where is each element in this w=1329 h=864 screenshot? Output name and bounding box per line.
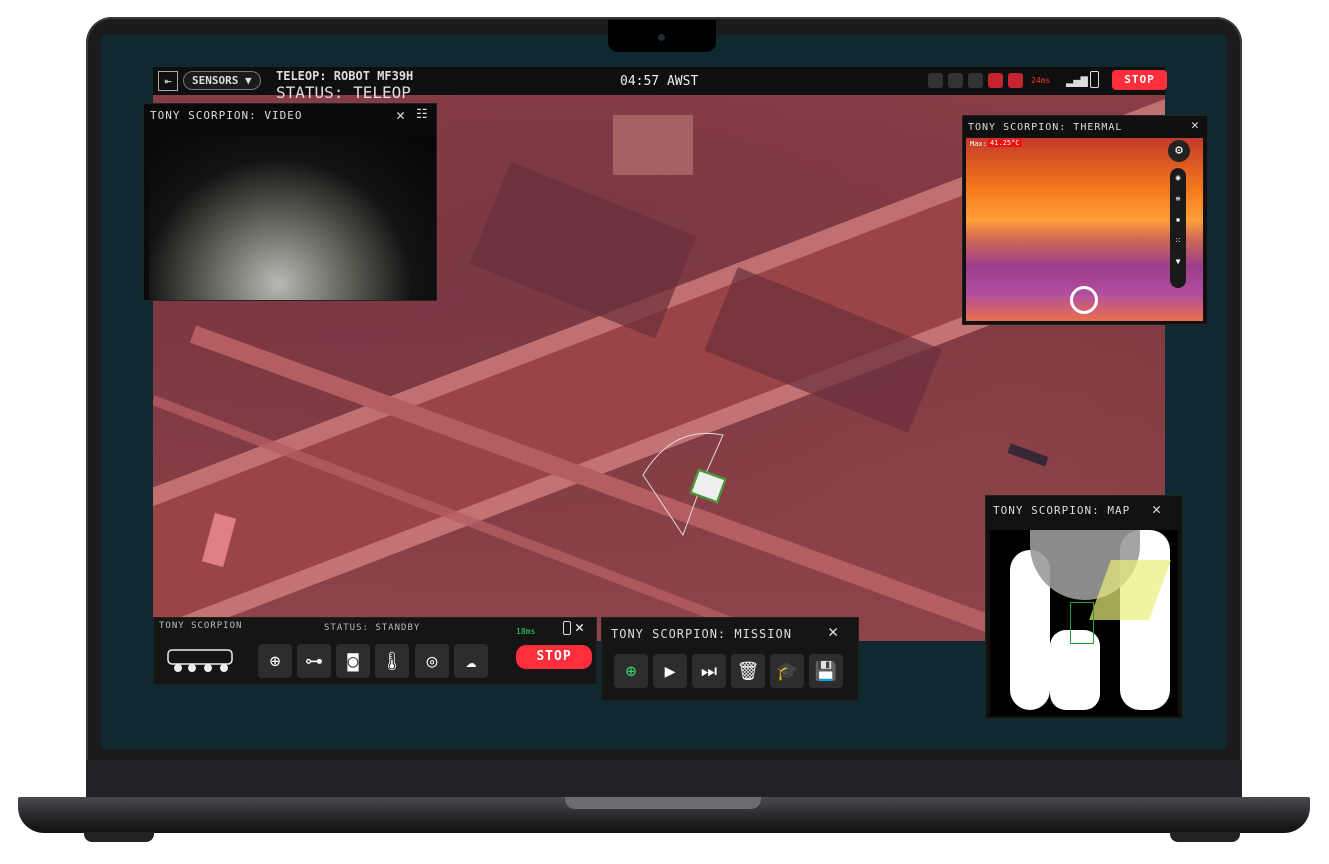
map-panel-title: TONY SCORPION: MAP <box>993 504 1131 517</box>
signal-icon: ▂▄▆ <box>1066 73 1088 87</box>
mission-panel-title: TONY SCORPION: MISSION <box>611 627 792 641</box>
emergency-stop-button[interactable]: STOP <box>1112 70 1167 90</box>
laptop-hinge <box>565 797 761 809</box>
battery-icon <box>1090 71 1099 88</box>
map-vehicle <box>1007 443 1049 467</box>
sliders-icon[interactable]: ≡ <box>1170 194 1186 203</box>
add-waypoint-icon[interactable]: ⊕ <box>258 644 292 678</box>
map-buildings <box>613 115 693 175</box>
top-bar: ⇤ SENSORS ▼ TELEOP: ROBOT MF39H STATUS: … <box>153 67 1167 102</box>
thermal-panel: TONY SCORPION: THERMAL ✕ Max: 41.25°C ⚙ … <box>962 115 1208 325</box>
robot-control-panel: TONY SCORPION STATUS: STANDBY 18ms ✕ ⊕ ⊶… <box>153 617 597 685</box>
sensors-dropdown[interactable]: SENSORS ▼ <box>183 71 261 90</box>
map-structure <box>201 513 237 567</box>
save-icon[interactable]: ▪ <box>1170 215 1186 224</box>
robot-name: TONY SCORPION <box>159 621 243 631</box>
chevron-down-icon[interactable]: ▼ <box>1170 257 1186 266</box>
thermal-max-label: Max: <box>970 140 987 148</box>
radar-icon[interactable]: ◎ <box>415 644 449 678</box>
webcam <box>658 34 665 41</box>
robot-map-marker[interactable] <box>1070 602 1094 644</box>
laptop-foot <box>1170 832 1240 842</box>
close-icon[interactable]: ✕ <box>828 622 838 642</box>
mission-panel: TONY SCORPION: MISSION ✕ ⊕ ▶ ⏭ 🗑 🎓 💾 <box>601 617 859 701</box>
control-toggle-icon[interactable] <box>928 73 943 88</box>
skip-next-icon[interactable]: ⏭ <box>692 654 726 688</box>
robot-stop-button[interactable]: STOP <box>516 645 592 669</box>
video-feed[interactable] <box>149 136 436 300</box>
expand-icon[interactable]: ⁙ <box>1170 236 1186 245</box>
robot-fov-arc <box>642 432 724 537</box>
laptop-foot <box>84 832 154 842</box>
gamepad-icon[interactable]: ⊶ <box>297 644 331 678</box>
video-panel-title: TONY SCORPION: VIDEO <box>150 109 303 122</box>
map-terrain <box>704 267 942 433</box>
teleop-status: STATUS: TELEOP <box>276 83 411 102</box>
trash-icon[interactable]: 🗑 <box>731 654 765 688</box>
robot-latency: 18ms <box>516 627 536 636</box>
control-toggle-icon[interactable] <box>968 73 983 88</box>
latency-readout: 24ms <box>1031 76 1051 85</box>
occupancy-map[interactable] <box>990 530 1178 716</box>
robot-status: STATUS: STANDBY <box>324 623 421 633</box>
settings-sliders-icon[interactable]: ☷ <box>416 107 428 122</box>
close-icon[interactable]: ✕ <box>396 106 405 124</box>
clock: 04:57 AWST <box>620 74 699 89</box>
thermal-feed[interactable]: Max: 41.25°C <box>966 138 1203 321</box>
camera-icon[interactable]: ◙ <box>336 644 370 678</box>
video-panel: TONY SCORPION: VIDEO ✕ ☷ <box>143 103 437 301</box>
alert-icon[interactable] <box>1008 73 1023 88</box>
play-icon[interactable]: ▶ <box>653 654 687 688</box>
laptop-chin <box>86 760 1242 797</box>
close-icon[interactable]: ✕ <box>1191 118 1199 133</box>
thermometer-icon[interactable]: 🌡 <box>375 644 409 678</box>
battery-icon <box>563 621 571 635</box>
record-icon[interactable] <box>988 73 1003 88</box>
laptop-screen: ⇤ SENSORS ▼ TELEOP: ROBOT MF39H STATUS: … <box>101 35 1227 749</box>
gear-icon[interactable]: ⚙ <box>1168 140 1190 162</box>
teleop-robot-label: TELEOP: ROBOT MF39H <box>276 69 414 83</box>
exit-icon[interactable]: ⇤ <box>158 71 178 91</box>
thermal-max-value: 41.25°C <box>988 139 1022 147</box>
close-icon[interactable]: ✕ <box>1152 500 1161 518</box>
thermal-toolbar: ◉ ≡ ▪ ⁙ ▼ <box>1170 168 1186 288</box>
robot-vehicle-icon <box>162 644 240 674</box>
map-panel: TONY SCORPION: MAP ✕ <box>985 495 1183 719</box>
save-icon[interactable]: 💾 <box>809 654 843 688</box>
cloud-upload-icon[interactable]: ☁ <box>454 644 488 678</box>
thermal-panel-title: TONY SCORPION: THERMAL <box>968 122 1123 133</box>
eye-icon[interactable]: ◉ <box>1170 173 1186 182</box>
close-icon[interactable]: ✕ <box>575 618 584 636</box>
graduation-cap-icon[interactable]: 🎓 <box>770 654 804 688</box>
map-terrain <box>469 161 697 339</box>
add-location-icon[interactable]: ⊕ <box>614 654 648 688</box>
control-toggle-icon[interactable] <box>948 73 963 88</box>
capture-button[interactable] <box>1070 286 1098 314</box>
